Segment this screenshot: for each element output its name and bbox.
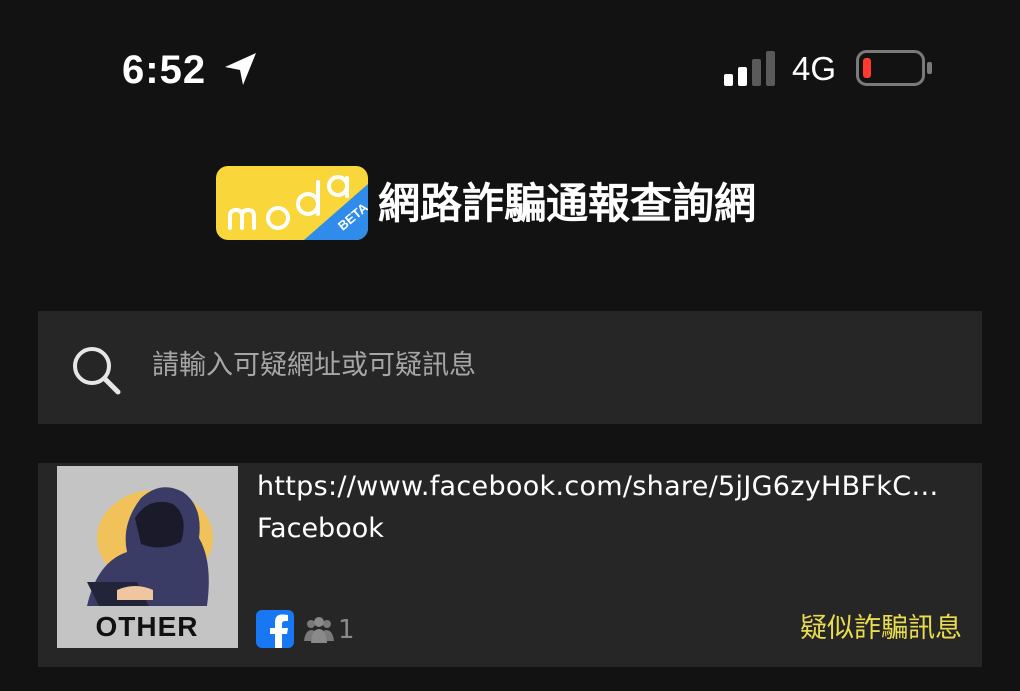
result-source: Facebook [257,513,384,544]
search-placeholder: 請輸入可疑網址或可疑訊息 [152,350,476,381]
status-time: 6:52 [122,48,207,92]
result-url[interactable]: https://www.facebook.com/share/5jJG6zyHB… [257,468,961,506]
result-thumbnail: OTHER [57,466,238,648]
thumbnail-label: OTHER [96,611,199,642]
app-screen: 6:52 4G BETA 網路詐騙通報查詢網 請輸入可疑網址或可疑訊息 OTHE… [0,0,1020,691]
moda-logo[interactable]: BETA [216,166,368,240]
scam-status-label: 疑似詐騙訊息 [800,613,962,644]
app-title: 網路詐騙通報查詢網 [378,179,757,228]
facebook-icon [256,610,294,648]
location-arrow-icon [225,53,256,85]
users-icon [304,617,334,643]
report-count: 1 [338,615,355,645]
signal-bars-icon [724,51,775,86]
battery-low-icon [856,50,932,86]
search-icon [73,347,121,395]
network-type: 4G [792,50,837,87]
